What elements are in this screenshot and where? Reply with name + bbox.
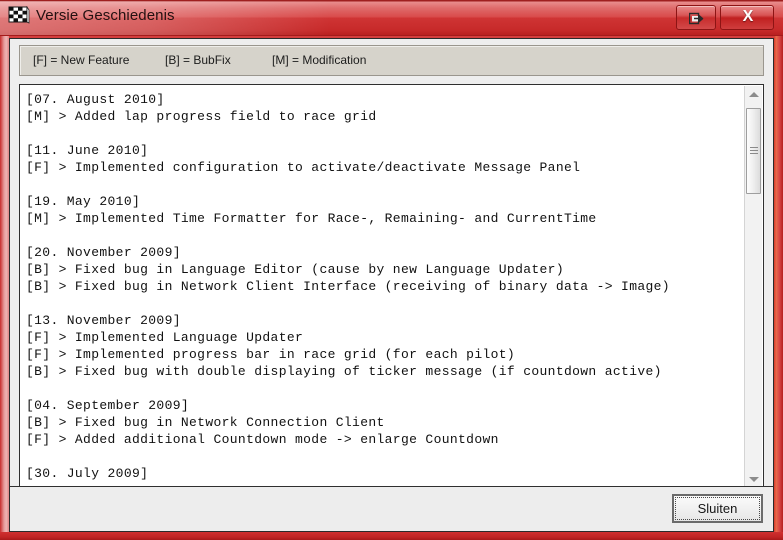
legend-item-modification: [M] = Modification	[272, 53, 367, 67]
chevron-up-icon	[749, 92, 759, 97]
legend-item-feature: [F] = New Feature	[33, 53, 130, 67]
window-title: Versie Geschiedenis	[36, 7, 175, 24]
footer-bar: Sluiten	[10, 486, 773, 531]
window-frame-right	[774, 36, 783, 540]
window-client-area: [F] = New Feature [B] = BubFix [M] = Mod…	[9, 38, 774, 532]
legend-bar: [F] = New Feature [B] = BubFix [M] = Mod…	[19, 45, 764, 76]
window-frame-left	[0, 36, 9, 540]
close-window-button[interactable]: X	[720, 5, 774, 30]
restore-window-button[interactable]	[676, 5, 716, 30]
restore-icon	[689, 12, 704, 25]
sluiten-button[interactable]: Sluiten	[672, 494, 763, 523]
window-frame-bottom	[0, 532, 783, 540]
changelog-textarea[interactable]: [07. August 2010] [M] > Added lap progre…	[19, 84, 764, 488]
legend-item-bugfix: [B] = BubFix	[165, 53, 231, 67]
scrollbar-grip-icon	[750, 147, 758, 155]
sluiten-button-label: Sluiten	[697, 501, 738, 516]
scroll-up-button[interactable]	[745, 86, 762, 103]
changelog-scrollbar[interactable]	[744, 86, 762, 487]
version-history-window: Versie Geschiedenis X [F] = New Feature …	[0, 0, 783, 540]
title-bar: Versie Geschiedenis X	[0, 0, 783, 36]
close-icon: X	[742, 8, 754, 25]
changelog-text: [07. August 2010] [M] > Added lap progre…	[26, 92, 670, 481]
chevron-down-icon	[749, 477, 759, 482]
scrollbar-thumb[interactable]	[746, 108, 761, 194]
checkered-flag-icon	[8, 6, 30, 24]
